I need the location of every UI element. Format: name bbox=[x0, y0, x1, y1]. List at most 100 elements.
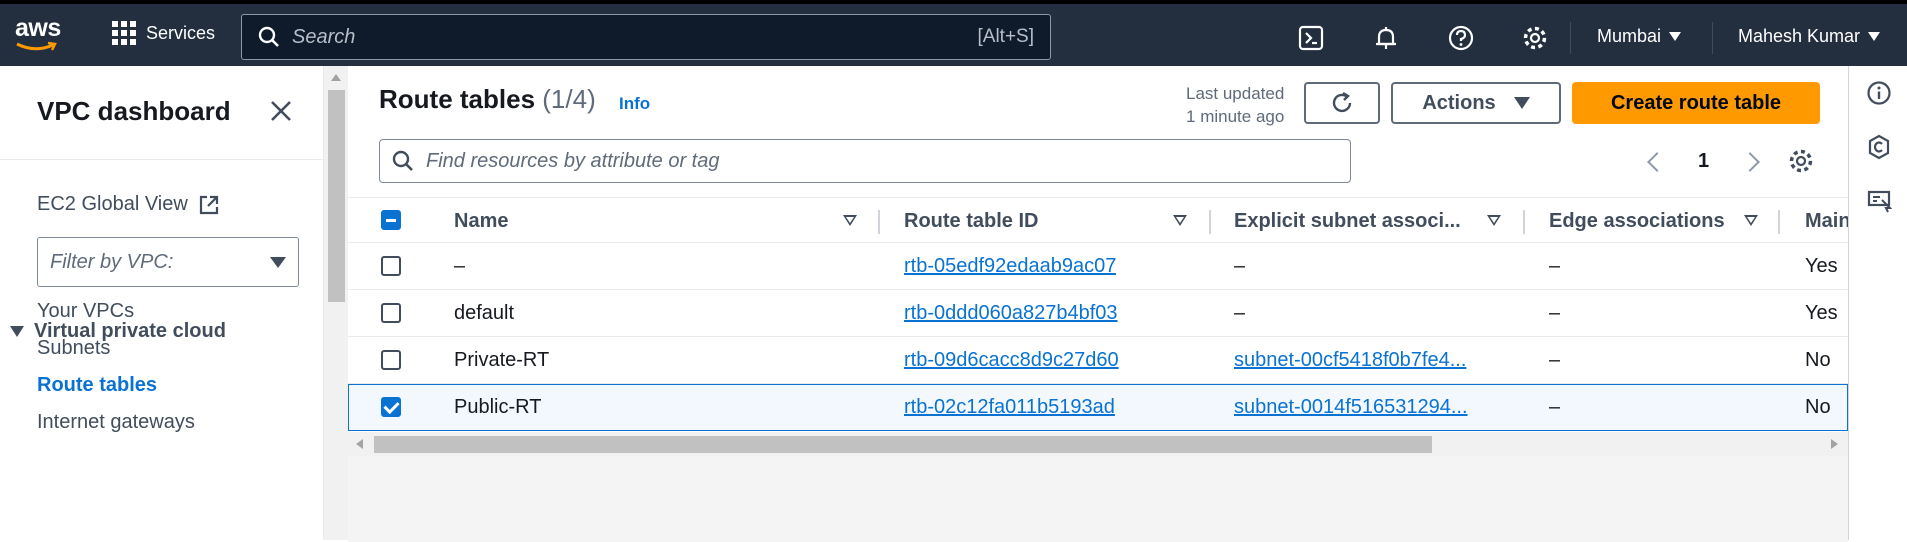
caret-down-icon bbox=[1513, 97, 1530, 109]
vpc-filter-select[interactable]: Filter by VPC: bbox=[37, 237, 299, 287]
create-route-table-button[interactable]: Create route table bbox=[1572, 82, 1820, 124]
table-row-selected[interactable]: Public-RT rtb-02c12fa011b5193ad subnet-0… bbox=[348, 384, 1848, 431]
cell-edge-associations: – bbox=[1549, 349, 1561, 371]
vpc-filter-placeholder: Filter by VPC: bbox=[50, 250, 174, 273]
region-label: Mumbai bbox=[1597, 26, 1662, 46]
nav-divider bbox=[1712, 22, 1713, 54]
settings-icon[interactable] bbox=[1521, 24, 1549, 52]
cell-main: No bbox=[1805, 349, 1831, 371]
cell-name: – bbox=[454, 255, 466, 277]
resource-filter-input[interactable]: Find resources by attribute or tag bbox=[379, 139, 1351, 183]
services-label: Services bbox=[146, 22, 216, 43]
close-icon[interactable] bbox=[268, 98, 294, 124]
sort-icon[interactable] bbox=[1487, 215, 1501, 226]
tutorial-icon[interactable] bbox=[1866, 188, 1892, 214]
column-resizer[interactable] bbox=[1778, 210, 1780, 234]
table-row[interactable]: default rtb-0ddd060a827b4bf03 – – Yes bbox=[348, 290, 1848, 337]
select-all-checkbox[interactable] bbox=[381, 210, 401, 230]
caret-down-icon bbox=[10, 326, 24, 337]
table-row[interactable]: – rtb-05edf92edaab9ac07 – – Yes bbox=[348, 243, 1848, 290]
cell-name: Private-RT bbox=[454, 349, 550, 371]
cell-edge-associations: – bbox=[1549, 255, 1561, 277]
scroll-right-icon[interactable] bbox=[1831, 439, 1838, 449]
cell-explicit-subnet-link[interactable]: subnet-00cf5418f0b7fe4... bbox=[1234, 337, 1504, 384]
sidebar-divider bbox=[0, 159, 324, 160]
cell-explicit-subnet-link[interactable]: subnet-0014f516531294... bbox=[1234, 384, 1504, 431]
info-icon[interactable] bbox=[1866, 80, 1892, 106]
aws-logo[interactable]: aws bbox=[15, 16, 65, 56]
column-header-name[interactable]: Name bbox=[454, 198, 508, 244]
cell-edge-associations: – bbox=[1549, 302, 1561, 324]
services-menu-button[interactable]: Services bbox=[112, 21, 215, 45]
table-preferences-icon[interactable] bbox=[1787, 147, 1815, 175]
aws-smile-icon bbox=[16, 41, 57, 51]
table-row[interactable]: Private-RT rtb-09d6cacc8d9c27d60 subnet-… bbox=[348, 337, 1848, 384]
global-search-input[interactable]: Search [Alt+S] bbox=[241, 14, 1051, 60]
refresh-button[interactable] bbox=[1304, 82, 1380, 124]
column-resizer[interactable] bbox=[1209, 210, 1211, 234]
selection-count: (1/4) bbox=[542, 84, 596, 114]
page-title: Route tables (1/4) bbox=[379, 84, 596, 115]
sidebar-item-subnets[interactable]: Subnets bbox=[37, 337, 110, 360]
row-checkbox[interactable] bbox=[381, 303, 401, 323]
actions-label: Actions bbox=[1422, 91, 1496, 114]
column-header-explicit-subnet[interactable]: Explicit subnet associ... bbox=[1234, 198, 1461, 244]
last-updated: Last updated 1 minute ago bbox=[1186, 82, 1284, 128]
last-updated-label: Last updated bbox=[1186, 84, 1285, 103]
sidebar-scrollbar[interactable] bbox=[324, 66, 348, 540]
scrollbar-thumb[interactable] bbox=[374, 436, 1432, 453]
cell-edge-associations: – bbox=[1549, 396, 1561, 418]
notifications-icon[interactable] bbox=[1372, 24, 1400, 52]
chevron-left-icon[interactable] bbox=[1647, 151, 1667, 172]
search-shortcut: [Alt+S] bbox=[977, 26, 1035, 47]
help-icon[interactable] bbox=[1447, 24, 1475, 52]
cloudshell-icon[interactable] bbox=[1297, 24, 1325, 52]
sidebar-item-route-tables[interactable]: Route tables bbox=[37, 374, 157, 397]
scroll-up-icon[interactable] bbox=[331, 74, 341, 81]
search-icon bbox=[392, 150, 413, 171]
feedback-icon[interactable] bbox=[1866, 134, 1892, 160]
refresh-icon bbox=[1332, 91, 1352, 113]
sidebar-title[interactable]: VPC dashboard bbox=[37, 96, 231, 127]
last-updated-time: 1 minute ago bbox=[1186, 107, 1285, 126]
top-navigation: aws Services Search [Alt+S] Mumbai Mahes… bbox=[0, 0, 1907, 66]
account-menu[interactable]: Mahesh Kumar bbox=[1738, 26, 1881, 47]
cell-route-table-id-link[interactable]: rtb-05edf92edaab9ac07 bbox=[904, 243, 1116, 290]
sort-icon[interactable] bbox=[843, 215, 857, 226]
column-header-edge-associations[interactable]: Edge associations bbox=[1549, 198, 1725, 244]
scrollbar-thumb[interactable] bbox=[328, 90, 345, 302]
external-link-icon bbox=[199, 195, 218, 214]
row-checkbox[interactable] bbox=[381, 350, 401, 370]
sidebar-item-ec2-global-view[interactable]: EC2 Global View bbox=[37, 193, 220, 216]
column-resizer[interactable] bbox=[878, 210, 880, 234]
cell-explicit-subnet: – bbox=[1234, 255, 1246, 277]
cell-route-table-id-link[interactable]: rtb-09d6cacc8d9c27d60 bbox=[904, 337, 1119, 384]
sort-icon[interactable] bbox=[1744, 215, 1758, 226]
cell-route-table-id-link[interactable]: rtb-02c12fa011b5193ad bbox=[904, 384, 1115, 431]
info-link[interactable]: Info bbox=[619, 94, 650, 114]
scroll-left-icon[interactable] bbox=[356, 439, 363, 449]
aws-logo-text: aws bbox=[15, 14, 61, 42]
cell-route-table-id-link[interactable]: rtb-0ddd060a827b4bf03 bbox=[904, 290, 1118, 337]
column-resizer[interactable] bbox=[1523, 210, 1525, 234]
pagination: 1 bbox=[1647, 150, 1761, 173]
cell-name: default bbox=[454, 302, 515, 324]
column-header-route-table-id[interactable]: Route table ID bbox=[904, 198, 1038, 244]
sidebar-item-your-vpcs[interactable]: Your VPCs bbox=[37, 300, 134, 323]
nav-divider bbox=[1570, 22, 1571, 54]
actions-button[interactable]: Actions bbox=[1391, 82, 1561, 124]
main-content: Route tables (1/4) Info Last updated 1 m… bbox=[348, 66, 1848, 542]
column-header-main[interactable]: Main bbox=[1805, 198, 1848, 244]
region-selector[interactable]: Mumbai bbox=[1597, 26, 1682, 47]
table-horizontal-scrollbar[interactable] bbox=[348, 432, 1848, 456]
row-checkbox[interactable] bbox=[381, 397, 401, 417]
caret-down-icon bbox=[270, 256, 286, 268]
page-number[interactable]: 1 bbox=[1698, 150, 1709, 173]
row-checkbox[interactable] bbox=[381, 256, 401, 276]
sidebar-item-label: EC2 Global View bbox=[37, 193, 188, 215]
chevron-right-icon[interactable] bbox=[1740, 151, 1761, 172]
sort-icon[interactable] bbox=[1173, 215, 1187, 226]
caret-down-icon bbox=[1669, 32, 1682, 41]
sidebar-item-internet-gateways[interactable]: Internet gateways bbox=[37, 411, 195, 434]
grid-icon bbox=[112, 21, 136, 45]
